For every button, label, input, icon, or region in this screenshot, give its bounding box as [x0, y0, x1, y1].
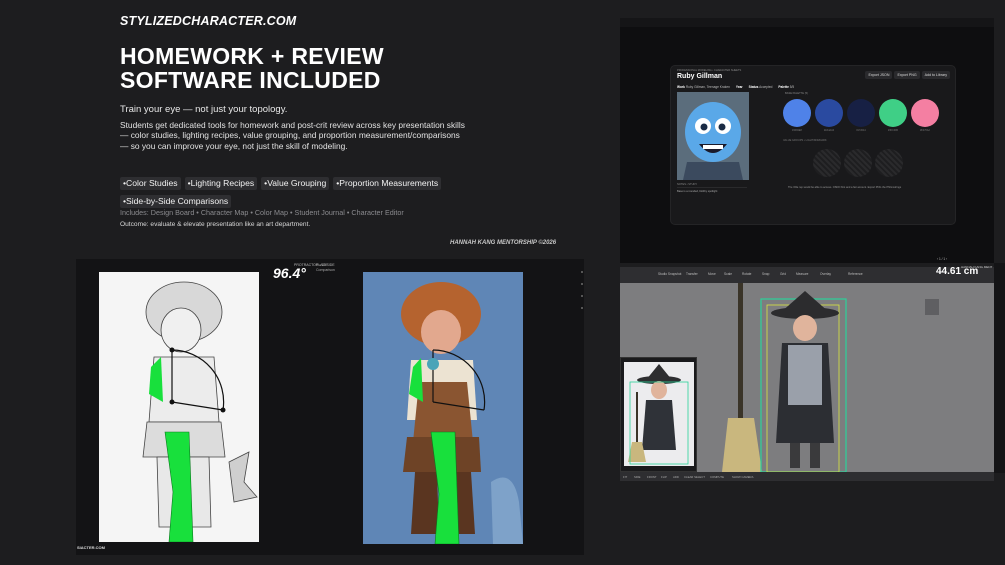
swatch-1[interactable] — [783, 99, 811, 127]
viewport-bottom-bar: FIT SIDE FRONT FLIP ADD CLEAR SELECT COM… — [620, 472, 994, 481]
swatch-hex: #F47FA2 — [920, 129, 930, 132]
card-meta: Work Ruby Gillman, Teenage Kraken Year S… — [677, 85, 794, 89]
bottom-tool[interactable]: FRONT — [647, 475, 657, 479]
swatch-2[interactable] — [815, 99, 843, 127]
toolbar-item[interactable]: Measure — [796, 272, 808, 276]
feature-chips: •Color Studies •Lighting Recipes •Value … — [120, 177, 470, 208]
protractor-panel: PROTRACTOR • 15 SIDE 96.4° PLACE Compari… — [76, 259, 584, 555]
chip-label: Proportion Measurements — [339, 178, 439, 188]
card-note: The Ollie rep would be able to access. O… — [788, 186, 902, 189]
chip-lighting-recipes: •Lighting Recipes — [184, 177, 258, 190]
bottom-tool[interactable]: FLIP — [661, 475, 667, 479]
notes-text: Base is a rounded, blobby spotlight — [677, 190, 718, 193]
character-avatar — [677, 92, 749, 180]
chip-value-grouping: •Value Grouping — [261, 177, 330, 190]
card-title: Ruby Gillman — [677, 73, 723, 80]
bottom-tool[interactable]: CLEAR SELECT — [684, 475, 705, 479]
chip-label: Side-by-Side Comparisons — [126, 196, 229, 206]
toolbar-item[interactable]: Rotate — [742, 272, 751, 276]
reference-image — [624, 362, 694, 466]
comparison-label: Comparison — [316, 268, 335, 272]
right-edge-strip — [994, 263, 1005, 473]
bottom-tool[interactable]: ADD — [673, 475, 679, 479]
side-tool[interactable] — [581, 307, 583, 309]
rendered-figure-illustration — [363, 272, 523, 544]
headline-line-2: SOFTWARE INCLUDED — [120, 67, 381, 93]
swatch-hex: #4F82E8 — [792, 129, 802, 132]
swatch-hex: #2A4AA0 — [823, 129, 835, 132]
bottom-tool[interactable]: FIT — [623, 475, 627, 479]
toolbar-item[interactable]: Scale — [724, 272, 732, 276]
value-groups-label: VALUE GROUPS • LIGHT/MID/DARK — [783, 139, 827, 142]
character-card: PROFESSIONAL MODELING • CHARACTER SHEETS… — [670, 65, 956, 225]
toolbar-item[interactable]: Overlay — [820, 272, 831, 276]
palette-swatches — [783, 99, 939, 127]
chip-label: Lighting Recipes — [190, 178, 255, 188]
credit-text: HANNAH KANG MENTORSHIP ©2026 — [450, 240, 557, 246]
value-groups — [813, 149, 903, 177]
swatch-5[interactable] — [911, 99, 939, 127]
export-json-button[interactable]: Export JSON — [865, 71, 893, 79]
top-bar — [620, 18, 994, 27]
bottom-tool[interactable]: SHOW CAMERA — [732, 475, 753, 479]
avatar-illustration — [677, 92, 749, 180]
toolbar-item[interactable]: Studio Snapshot — [658, 272, 681, 276]
toolbar-item[interactable]: Grid — [780, 272, 786, 276]
value-group-mid[interactable] — [844, 149, 872, 177]
meta-year: Year — [735, 85, 743, 89]
page-headline: HOMEWORK + REVIEW SOFTWARE INCLUDED — [120, 44, 384, 92]
side-tool[interactable] — [581, 271, 583, 273]
palette-label: BASE PALETTE (5) — [785, 92, 808, 95]
description: Students get dedicated tools for homewor… — [120, 120, 465, 151]
protractor-angle-value: 96.4° — [273, 265, 306, 281]
meta-palette: Palette 5/5 — [778, 85, 795, 89]
chip-color-studies: •Color Studies — [120, 177, 181, 190]
render-image — [363, 272, 523, 544]
notes-label: NOTES • STUDY — [677, 183, 698, 186]
outcome-text: Outcome: evaluate & elevate presentation… — [120, 221, 311, 228]
side-place-label: PLACE Comparison — [316, 263, 335, 273]
tagline: Train your eye — not just your topology. — [120, 104, 288, 115]
swatch-hex: #3FCF86 — [888, 129, 898, 132]
add-to-library-button[interactable]: Add to Library — [921, 71, 950, 79]
toolbar-item[interactable]: Snap — [762, 272, 769, 276]
side-toolbar — [581, 271, 583, 319]
headline-line-1: HOMEWORK + REVIEW — [120, 43, 384, 69]
sketch-image — [99, 272, 259, 542]
meta-status: Status Accepted — [748, 85, 773, 89]
bottom-tool[interactable]: SIDE — [634, 475, 641, 479]
swatch-3[interactable] — [847, 99, 875, 127]
brand-title: STYLIZEDCHARACTER.COM — [120, 14, 297, 28]
export-png-button[interactable]: Export PNG — [894, 71, 920, 79]
watermark-text: SIACTER.COM — [77, 545, 105, 550]
reference-illustration — [624, 362, 694, 466]
chip-label: Color Studies — [126, 178, 178, 188]
value-group-light[interactable] — [813, 149, 841, 177]
value-group-dark[interactable] — [875, 149, 903, 177]
card-actions: Export JSON Export PNG Add to Library — [865, 71, 950, 79]
swatch-hex: #172044 — [856, 129, 866, 132]
sketch-figure-illustration — [99, 272, 259, 542]
viewport-caption: HANNAH KANG MENT — [961, 265, 993, 269]
includes-text: Includes: Design Board • Character Map •… — [120, 208, 404, 217]
toolbar-item[interactable]: Transfer — [686, 272, 698, 276]
swatch-labels: #4F82E8 #2A4AA0 #172044 #3FCF86 #F47FA2 — [783, 129, 939, 132]
pagination[interactable]: ‹ 1 / 1 › — [937, 257, 947, 261]
chip-side-by-side: •Side-by-Side Comparisons — [120, 195, 232, 208]
toolbar-item[interactable]: Reference — [848, 272, 863, 276]
toolbar-item[interactable]: Move — [708, 272, 716, 276]
bottom-tool[interactable]: COMPUTE — [710, 475, 724, 479]
divider — [677, 187, 747, 188]
chip-proportion-measurements: •Proportion Measurements — [333, 177, 442, 190]
reference-inset — [620, 357, 697, 472]
chip-label: Value Grouping — [267, 178, 327, 188]
swatch-4[interactable] — [879, 99, 907, 127]
side-tool[interactable] — [581, 283, 583, 285]
meta-work: Work Ruby Gillman, Teenage Kraken — [677, 85, 730, 89]
card-section-label: PROFESSIONAL MODELING • CHARACTER SHEETS — [677, 69, 742, 72]
viewport-panel: Studio Snapshot Transfer Move Scale Rota… — [620, 267, 994, 481]
character-library-panel: PROFESSIONAL MODELING • CHARACTER SHEETS… — [620, 18, 994, 263]
side-tool[interactable] — [581, 295, 583, 297]
slide: STYLIZEDCHARACTER.COM HOMEWORK + REVIEW … — [0, 0, 1005, 565]
